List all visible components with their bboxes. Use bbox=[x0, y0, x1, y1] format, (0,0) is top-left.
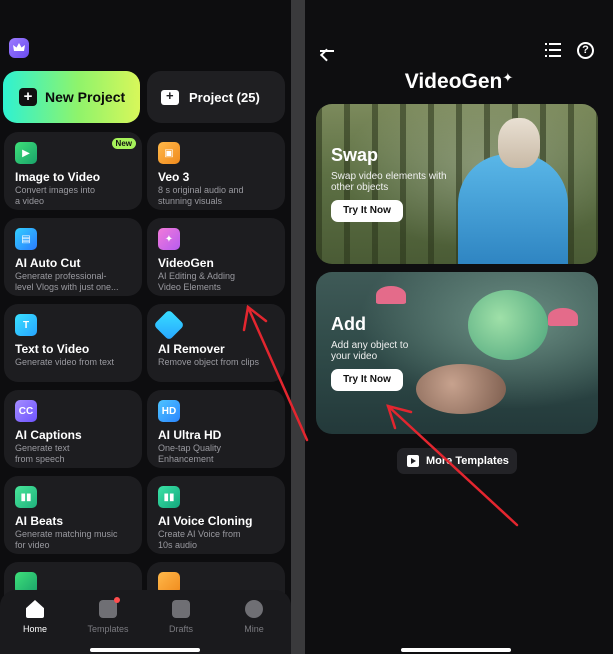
bottom-tab-bar: Home Templates Drafts Mine bbox=[0, 590, 291, 654]
tool-title: Veo 3 bbox=[158, 170, 190, 184]
swap-try-button[interactable]: Try It Now bbox=[331, 200, 403, 222]
auto-cut-icon: ▤ bbox=[15, 228, 37, 250]
goat-head-image bbox=[498, 118, 540, 168]
tool-subtitle: Generate video from text bbox=[15, 357, 115, 367]
mushroom-image bbox=[376, 286, 406, 304]
tool-ai-remover[interactable]: AI Remover Remove object from clips bbox=[147, 304, 285, 382]
videogen-screen: ? VideoGen✦ Swap Swap video elements wit… bbox=[305, 0, 613, 654]
eraser-icon bbox=[153, 309, 185, 341]
sparkle-icon: ✦ bbox=[502, 70, 514, 85]
tool-title: Text to Video bbox=[15, 342, 90, 356]
folder-plus-icon bbox=[161, 88, 179, 105]
new-badge: New bbox=[111, 138, 136, 149]
tool-title: AI Beats bbox=[15, 514, 64, 528]
tab-label: Templates bbox=[87, 624, 129, 634]
videogen-icon: ✦ bbox=[158, 228, 180, 250]
swap-title: Swap bbox=[331, 145, 379, 165]
woman-image bbox=[416, 364, 506, 414]
tab-drafts[interactable]: Drafts bbox=[151, 600, 211, 634]
add-subtitle: Add any object to your video bbox=[331, 340, 409, 362]
mushroom-image bbox=[548, 308, 578, 326]
list-icon[interactable] bbox=[545, 43, 561, 57]
home-icon bbox=[26, 600, 44, 618]
tab-home[interactable]: Home bbox=[5, 600, 65, 634]
tool-subtitle: Convert images into a video bbox=[15, 185, 96, 206]
tab-label: Drafts bbox=[168, 624, 193, 634]
plus-icon: + bbox=[19, 88, 37, 106]
tool-ai-beats[interactable]: ▮▮ AI Beats Generate matching music for … bbox=[4, 476, 142, 554]
tool-ai-ultra-hd[interactable]: HD AI Ultra HD One-tap Quality Enhanceme… bbox=[147, 390, 285, 468]
tool-text-to-video[interactable]: T Text to Video Generate video from text bbox=[4, 304, 142, 382]
tool-subtitle: One-tap Quality Enhancement bbox=[158, 443, 222, 464]
home-indicator bbox=[401, 648, 511, 652]
tool-image-to-video[interactable]: New ▶ Image to Video Convert images into… bbox=[4, 132, 142, 210]
tool-title: Image to Video bbox=[15, 170, 101, 184]
tool-ai-captions[interactable]: CC AI Captions Generate text from speech bbox=[4, 390, 142, 468]
tool-subtitle: AI Editing & Adding Video Elements bbox=[158, 271, 236, 292]
new-project-button[interactable]: + New Project bbox=[3, 71, 140, 123]
drafts-icon bbox=[172, 600, 190, 618]
project-label: Project (25) bbox=[189, 89, 260, 105]
tab-templates[interactable]: Templates bbox=[78, 597, 138, 634]
add-banner[interactable]: Add Add any object to your video Try It … bbox=[316, 272, 598, 434]
page-title-text: VideoGen bbox=[404, 70, 503, 93]
back-arrow-icon[interactable] bbox=[318, 44, 336, 58]
tab-mine[interactable]: Mine bbox=[224, 600, 284, 634]
crown-icon[interactable] bbox=[9, 38, 29, 58]
tool-veo-3[interactable]: ▣ Veo 3 8 s original audio and stunning … bbox=[147, 132, 285, 210]
project-button[interactable]: Project (25) bbox=[147, 71, 285, 123]
tool-subtitle: Create AI Voice from 10s audio bbox=[158, 529, 241, 550]
veo3-icon: ▣ bbox=[158, 142, 180, 164]
more-templates-button[interactable]: More Templates bbox=[397, 448, 517, 474]
help-icon[interactable]: ? bbox=[577, 42, 594, 59]
notification-dot bbox=[114, 597, 120, 603]
tool-title: VideoGen bbox=[158, 256, 214, 270]
tool-subtitle: Generate matching music for video bbox=[15, 529, 118, 550]
person-image bbox=[458, 154, 568, 264]
tool-subtitle: 8 s original audio and stunning visuals bbox=[158, 185, 244, 206]
tool-videogen[interactable]: ✦ VideoGen AI Editing & Adding Video Ele… bbox=[147, 218, 285, 296]
page-title: VideoGen✦ bbox=[305, 70, 613, 94]
creature-image bbox=[468, 290, 548, 360]
templates-icon bbox=[99, 597, 120, 618]
image-to-video-icon: ▶ bbox=[15, 142, 37, 164]
add-try-button[interactable]: Try It Now bbox=[331, 369, 403, 391]
tool-subtitle: Generate professional- level Vlogs with … bbox=[15, 271, 119, 292]
tool-title: AI Auto Cut bbox=[15, 256, 81, 270]
text-to-video-icon: T bbox=[15, 314, 37, 336]
more-templates-label: More Templates bbox=[426, 455, 509, 467]
cc-icon: CC bbox=[15, 400, 37, 422]
tool-title: AI Captions bbox=[15, 428, 82, 442]
play-icon bbox=[407, 455, 419, 467]
swap-banner[interactable]: Swap Swap video elements with other obje… bbox=[316, 104, 598, 264]
new-project-label: New Project bbox=[45, 89, 126, 105]
hd-icon: HD bbox=[158, 400, 180, 422]
tab-label: Mine bbox=[244, 624, 264, 634]
tool-title: AI Remover bbox=[158, 342, 225, 356]
home-indicator bbox=[90, 648, 200, 652]
tool-subtitle: Remove object from clips bbox=[158, 357, 260, 367]
home-screen: + New Project Project (25) New ▶ Image t… bbox=[0, 0, 291, 654]
swap-subtitle: Swap video elements with other objects bbox=[331, 171, 447, 193]
add-title: Add bbox=[331, 314, 366, 334]
beats-icon: ▮▮ bbox=[15, 486, 37, 508]
tool-title: AI Voice Cloning bbox=[158, 514, 253, 528]
panel-divider bbox=[291, 0, 305, 654]
tool-subtitle: Generate text from speech bbox=[15, 443, 70, 464]
tool-ai-auto-cut[interactable]: ▤ AI Auto Cut Generate professional- lev… bbox=[4, 218, 142, 296]
tool-title: AI Ultra HD bbox=[158, 428, 222, 442]
tool-ai-voice-cloning[interactable]: ▮▮ AI Voice Cloning Create AI Voice from… bbox=[147, 476, 285, 554]
tab-label: Home bbox=[22, 624, 47, 634]
voice-icon: ▮▮ bbox=[158, 486, 180, 508]
profile-icon bbox=[245, 600, 263, 618]
